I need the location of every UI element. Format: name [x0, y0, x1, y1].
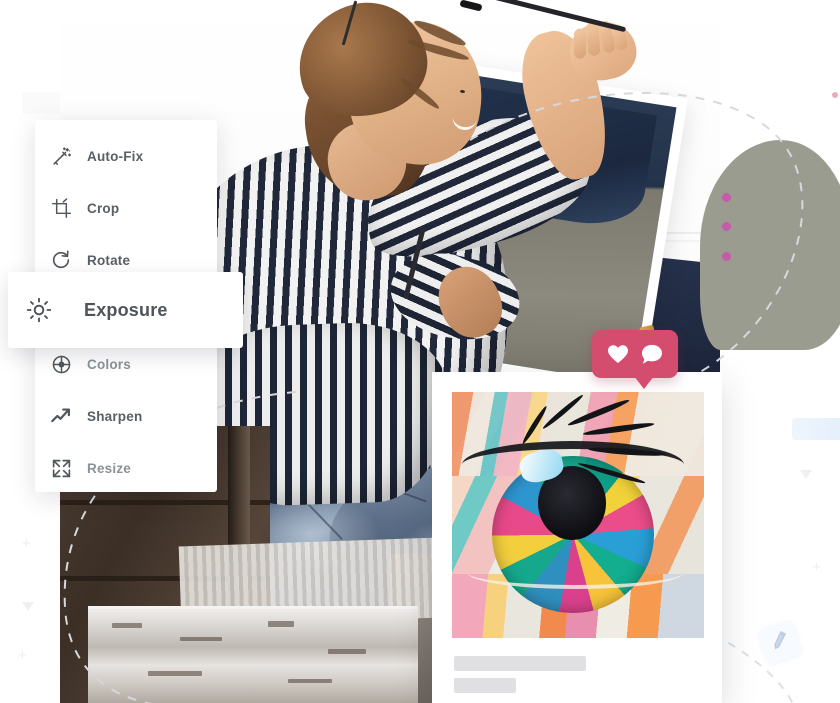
- plus-mark-decoration: +: [22, 535, 31, 552]
- card-placeholder-line-primary: [454, 656, 586, 671]
- accent-dot-magenta: [722, 193, 731, 202]
- hero-stage: + + + Auto-Fix Crop Rotate Colors Sharpe…: [0, 0, 840, 703]
- color-target-icon: [35, 354, 87, 375]
- accent-dot-magenta: [722, 252, 731, 261]
- triangle-mark-decoration: [800, 470, 812, 479]
- menu-item-sharpen[interactable]: Sharpen: [35, 390, 217, 442]
- pencil-icon: [767, 628, 792, 657]
- right-edge-bar-decoration: [792, 418, 840, 440]
- menu-item-label: Sharpen: [87, 408, 143, 424]
- menu-item-auto-fix[interactable]: Auto-Fix: [35, 130, 217, 182]
- menu-item-label-selected: Exposure: [84, 299, 168, 320]
- menu-item-label: Resize: [87, 460, 131, 476]
- menu-item-resize[interactable]: Resize: [35, 442, 217, 494]
- menu-item-label: Rotate: [87, 252, 131, 268]
- menu-item-label: Auto-Fix: [87, 148, 144, 164]
- engagement-badge[interactable]: [592, 330, 678, 389]
- menu-item-label: Crop: [87, 200, 120, 216]
- eye-lower-lid: [467, 555, 684, 589]
- grey-blob-decoration: [700, 140, 840, 350]
- pencil-badge[interactable]: [757, 619, 803, 665]
- heart-icon: [607, 344, 629, 364]
- accent-dot-magenta: [722, 222, 731, 231]
- menu-item-exposure-selected[interactable]: Exposure: [8, 272, 243, 348]
- crop-icon: [35, 197, 87, 219]
- brightness-sun-icon: [8, 297, 70, 323]
- accent-dot-red: [832, 92, 838, 98]
- resize-corners-icon: [35, 458, 87, 479]
- magic-wand-icon: [35, 146, 87, 167]
- eye-painting-artwork: [452, 392, 704, 638]
- plus-mark-decoration: +: [18, 647, 27, 664]
- rotate-icon: [35, 249, 87, 271]
- plus-mark-decoration: +: [812, 559, 821, 576]
- menu-item-label: Colors: [87, 356, 131, 372]
- trend-up-arrow-icon: [35, 405, 87, 427]
- comment-icon: [641, 344, 663, 365]
- card-placeholder-line-secondary: [454, 678, 516, 693]
- menu-item-crop[interactable]: Crop: [35, 182, 217, 234]
- triangle-mark-decoration: [22, 602, 34, 611]
- photo-stool: [88, 606, 418, 703]
- eye-upper-lid: [462, 441, 684, 488]
- social-post-card[interactable]: [432, 372, 722, 703]
